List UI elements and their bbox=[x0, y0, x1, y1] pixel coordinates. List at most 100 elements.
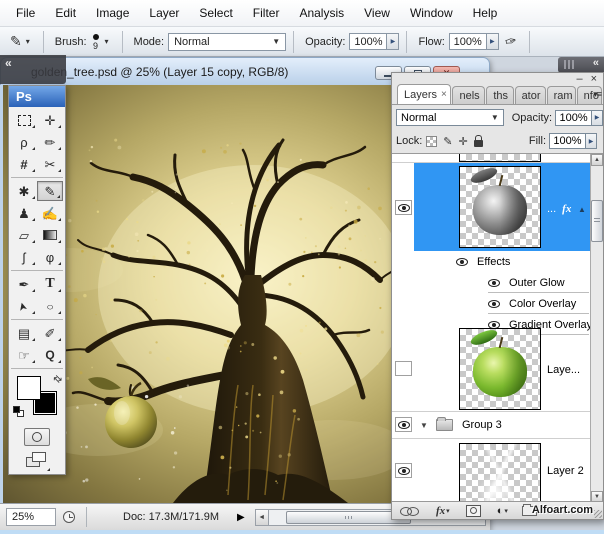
ellipse-shape-tool[interactable]: ○ bbox=[37, 296, 63, 316]
menu-filter[interactable]: Filter bbox=[243, 0, 290, 26]
status-menu-arrow-icon[interactable]: ▶ bbox=[237, 512, 245, 523]
menu-image[interactable]: Image bbox=[86, 0, 139, 26]
fx-badge[interactable]: fx bbox=[562, 203, 571, 215]
tab-navigator[interactable]: ator bbox=[515, 86, 546, 104]
layer-fill-field[interactable]: 100% bbox=[549, 133, 586, 149]
scroll-left-icon[interactable]: ◄ bbox=[255, 509, 269, 526]
quick-mask-button[interactable] bbox=[24, 428, 50, 446]
lock-pixels-icon[interactable]: ✎ bbox=[443, 135, 452, 148]
panel-menu-icon[interactable]: ▾≡ bbox=[593, 89, 601, 100]
partial-layer-row[interactable] bbox=[392, 154, 603, 163]
opacity-field[interactable]: 100% bbox=[349, 33, 387, 50]
visibility-toggle-off[interactable] bbox=[395, 361, 412, 376]
clone-stamp-tool[interactable]: ♟ bbox=[11, 203, 37, 223]
collapse-chevron-icon[interactable]: « bbox=[593, 57, 598, 69]
eye-icon[interactable] bbox=[488, 300, 500, 308]
menu-layer[interactable]: Layer bbox=[139, 0, 189, 26]
collapsed-dock-right[interactable]: « bbox=[558, 57, 604, 73]
layer-name[interactable]: Laye... bbox=[547, 364, 580, 376]
visibility-toggle[interactable] bbox=[395, 417, 412, 432]
brush-picker-dropdown-icon[interactable]: ▾ bbox=[105, 37, 111, 46]
layer-opacity-field[interactable]: 100% bbox=[555, 110, 592, 126]
healing-brush-tool[interactable]: ✱ bbox=[11, 181, 37, 201]
menu-view[interactable]: View bbox=[354, 0, 400, 26]
selected-layer-row[interactable]: ... fx ▲ bbox=[392, 163, 603, 251]
collapse-chevron-icon[interactable]: « bbox=[5, 56, 11, 70]
doc-size-info[interactable]: Doc: 17.3M/171.9M bbox=[123, 511, 219, 523]
effect-outer-glow-row[interactable]: Outer Glow bbox=[392, 272, 603, 293]
effect-color-overlay-row[interactable]: Color Overlay bbox=[392, 293, 603, 314]
flow-field[interactable]: 100% bbox=[449, 33, 487, 50]
notes-tool[interactable]: ▤ bbox=[11, 323, 37, 343]
layer-thumbnail[interactable] bbox=[459, 166, 541, 248]
history-brush-tool[interactable]: ✍ bbox=[37, 203, 63, 223]
pen-tool[interactable]: ✒ bbox=[11, 274, 37, 294]
group-name[interactable]: Group 3 bbox=[462, 419, 502, 431]
gradient-tool[interactable] bbox=[37, 225, 63, 245]
lasso-tool[interactable]: ρ bbox=[11, 132, 37, 152]
lock-all-icon[interactable] bbox=[474, 140, 483, 147]
brush-tool[interactable]: ✎ bbox=[37, 181, 63, 201]
quick-selection-tool[interactable]: ✏ bbox=[37, 132, 63, 152]
group-layer-row[interactable]: ▼ Group 3 bbox=[392, 412, 603, 439]
menu-analysis[interactable]: Analysis bbox=[289, 0, 354, 26]
link-layers-icon[interactable] bbox=[400, 506, 418, 516]
layer-thumbnail[interactable] bbox=[459, 443, 541, 503]
tab-histogram[interactable]: ram bbox=[547, 86, 576, 104]
visibility-toggle[interactable] bbox=[395, 200, 412, 215]
scroll-up-icon[interactable]: ▲ bbox=[591, 154, 603, 166]
slice-tool[interactable]: ✂ bbox=[37, 154, 63, 174]
layer-thumbnail[interactable] bbox=[459, 328, 541, 410]
layer-style-fx-icon[interactable]: fx bbox=[436, 505, 445, 517]
flow-spinner-icon[interactable]: ▶ bbox=[487, 33, 499, 50]
hand-tool[interactable]: ☞ bbox=[11, 345, 37, 365]
toolbox-header[interactable]: Ps bbox=[9, 86, 65, 107]
zoom-tool[interactable]: Q bbox=[37, 345, 63, 365]
dodge-tool[interactable]: φ bbox=[37, 247, 63, 267]
menu-file[interactable]: File bbox=[6, 0, 45, 26]
tab-close-icon[interactable]: × bbox=[441, 89, 447, 100]
airbrush-toggle-icon[interactable]: ✑ bbox=[503, 32, 518, 51]
opacity-spinner-icon[interactable]: ▶ bbox=[592, 110, 603, 126]
opacity-spinner-icon[interactable]: ▶ bbox=[387, 33, 399, 50]
layers-scrollbar[interactable]: ▲ ▼ bbox=[590, 154, 603, 503]
fill-spinner-icon[interactable]: ▶ bbox=[586, 133, 597, 149]
eye-icon[interactable] bbox=[488, 279, 500, 287]
menu-edit[interactable]: Edit bbox=[45, 0, 86, 26]
effects-header-row[interactable]: Effects bbox=[392, 251, 603, 272]
effects-collapse-icon[interactable]: ▲ bbox=[578, 205, 586, 214]
lock-position-icon[interactable]: ✛ bbox=[459, 135, 468, 148]
menu-select[interactable]: Select bbox=[189, 0, 242, 26]
panel-resize-grip[interactable] bbox=[594, 510, 602, 518]
brush-preview[interactable]: 9 bbox=[93, 34, 99, 50]
collapsed-dock-left[interactable]: « bbox=[0, 55, 66, 84]
blend-mode-select[interactable]: Normal ▼ bbox=[168, 33, 286, 51]
visibility-toggle[interactable] bbox=[395, 463, 412, 478]
eraser-tool[interactable]: ▱ bbox=[11, 225, 37, 245]
menu-help[interactable]: Help bbox=[463, 0, 508, 26]
tool-preset-dropdown-icon[interactable]: ▾ bbox=[26, 37, 32, 46]
foreground-color-swatch[interactable] bbox=[17, 376, 41, 400]
adjustment-layer-icon[interactable]: ◐ bbox=[497, 505, 504, 517]
panel-minimize-icon[interactable]: – bbox=[576, 74, 582, 84]
type-tool[interactable]: T bbox=[37, 274, 63, 294]
panel-close-icon[interactable]: × bbox=[591, 74, 597, 84]
layer-name[interactable]: Layer 2 bbox=[547, 465, 584, 477]
eyedropper-tool[interactable]: ✐ bbox=[37, 323, 63, 343]
group-expand-icon[interactable]: ▼ bbox=[420, 421, 428, 430]
tab-paths[interactable]: ths bbox=[486, 86, 513, 104]
move-tool[interactable]: ✛ bbox=[37, 110, 63, 130]
brush-tool-preset-icon[interactable]: ✎ bbox=[10, 33, 22, 50]
smudge-tool[interactable]: ʃ bbox=[11, 247, 37, 267]
eye-icon[interactable] bbox=[456, 258, 468, 266]
scrollbar-thumb[interactable] bbox=[591, 200, 603, 242]
layer2-row[interactable]: Layer 2 bbox=[392, 439, 603, 503]
tab-channels[interactable]: nels bbox=[452, 86, 485, 104]
green-apple-layer-row[interactable]: Laye... bbox=[392, 326, 603, 412]
menu-window[interactable]: Window bbox=[400, 0, 463, 26]
rectangular-marquee-tool[interactable] bbox=[11, 110, 37, 130]
tab-layers[interactable]: Layers × bbox=[397, 84, 451, 104]
timer-button[interactable] bbox=[60, 508, 78, 526]
lock-transparency-icon[interactable] bbox=[426, 136, 437, 147]
path-selection-tool[interactable]: ➤ bbox=[11, 296, 37, 316]
